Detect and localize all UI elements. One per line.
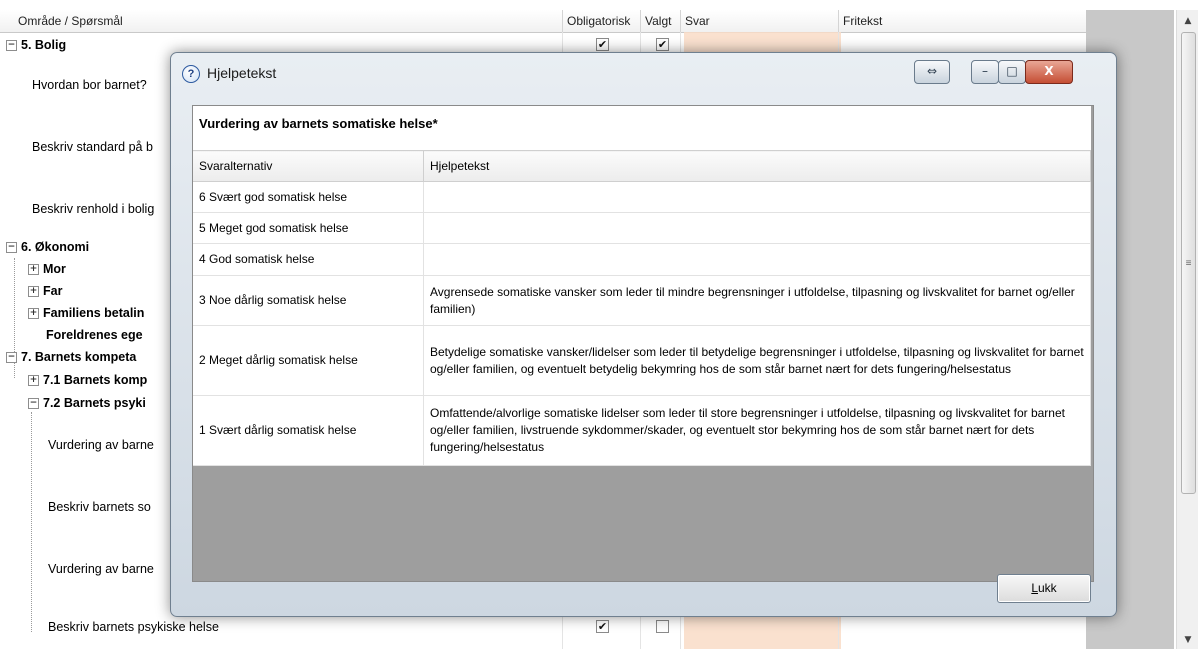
table-row[interactable]: 2 Meget dårlig somatisk helse Betydelige … — [193, 325, 1091, 396]
expand-icon[interactable]: + — [28, 308, 39, 320]
mandatory-checkbox[interactable]: ✔ — [596, 620, 609, 633]
column-header-helptext[interactable]: Hjelpetekst — [423, 150, 1091, 182]
dialog-titlebar[interactable]: ? Hjelpetekst ⇔ – □ X — [171, 53, 1116, 97]
help-table: Svaralternativ Hjelpetekst 6 Svært god s… — [193, 150, 1091, 466]
minimize-icon[interactable]: – — [971, 60, 999, 84]
resize-icon[interactable]: ⇔ — [914, 60, 950, 84]
vertical-scrollbar[interactable]: ▲ ≡ ▼ — [1176, 10, 1198, 649]
dialog-content: Vurdering av barnets somatiske helse* Sv… — [192, 105, 1094, 582]
table-row[interactable]: 6 Svært god somatisk helse — [193, 181, 1091, 213]
help-dialog: ? Hjelpetekst ⇔ – □ X Vurdering av barne… — [170, 52, 1117, 617]
collapse-icon[interactable]: − — [6, 352, 17, 364]
selected-checkbox[interactable] — [656, 620, 669, 633]
mandatory-checkbox[interactable]: ✔ — [596, 38, 609, 51]
column-header-mandatory[interactable]: Obligatorisk — [562, 10, 637, 32]
scroll-down-icon[interactable]: ▼ — [1177, 631, 1198, 649]
table-row[interactable]: 4 God somatisk helse — [193, 243, 1091, 276]
grid-header: Område / Spørsmål Obligatorisk Valgt Sva… — [0, 10, 1086, 33]
question-icon: ? — [182, 65, 200, 83]
dialog-title: Hjelpetekst — [207, 65, 277, 81]
maximize-icon[interactable]: □ — [998, 60, 1026, 84]
table-row[interactable]: 1 Svært dårlig somatisk helse Omfattende/… — [193, 395, 1091, 466]
column-header-selected[interactable]: Valgt — [640, 10, 679, 32]
close-icon[interactable]: X — [1025, 60, 1073, 84]
collapse-icon[interactable]: − — [28, 398, 39, 410]
close-button[interactable]: Lukk — [997, 574, 1091, 603]
help-heading: Vurdering av barnets somatiske helse* — [199, 116, 438, 131]
column-header-freetext[interactable]: Fritekst — [838, 10, 1083, 32]
column-header-answer[interactable]: Svar — [680, 10, 835, 32]
help-heading-box: Vurdering av barnets somatiske helse* — [193, 106, 1091, 151]
grip-icon: ≡ — [1185, 258, 1192, 269]
table-row[interactable]: 5 Meget god somatisk helse — [193, 212, 1091, 244]
table-row[interactable]: 3 Noe dårlig somatisk helse Avgrensede so… — [193, 275, 1091, 326]
expand-icon[interactable]: + — [28, 264, 39, 276]
collapse-icon[interactable]: − — [6, 40, 17, 52]
expand-icon[interactable]: + — [28, 286, 39, 298]
scroll-thumb[interactable]: ≡ — [1181, 32, 1196, 494]
collapse-icon[interactable]: − — [6, 242, 17, 254]
column-header-area[interactable]: Område / Spørsmål — [0, 10, 574, 32]
selected-checkbox[interactable]: ✔ — [656, 38, 669, 51]
column-header-option[interactable]: Svaralternativ — [193, 150, 424, 182]
scroll-up-icon[interactable]: ▲ — [1177, 12, 1198, 30]
expand-icon[interactable]: + — [28, 375, 39, 387]
